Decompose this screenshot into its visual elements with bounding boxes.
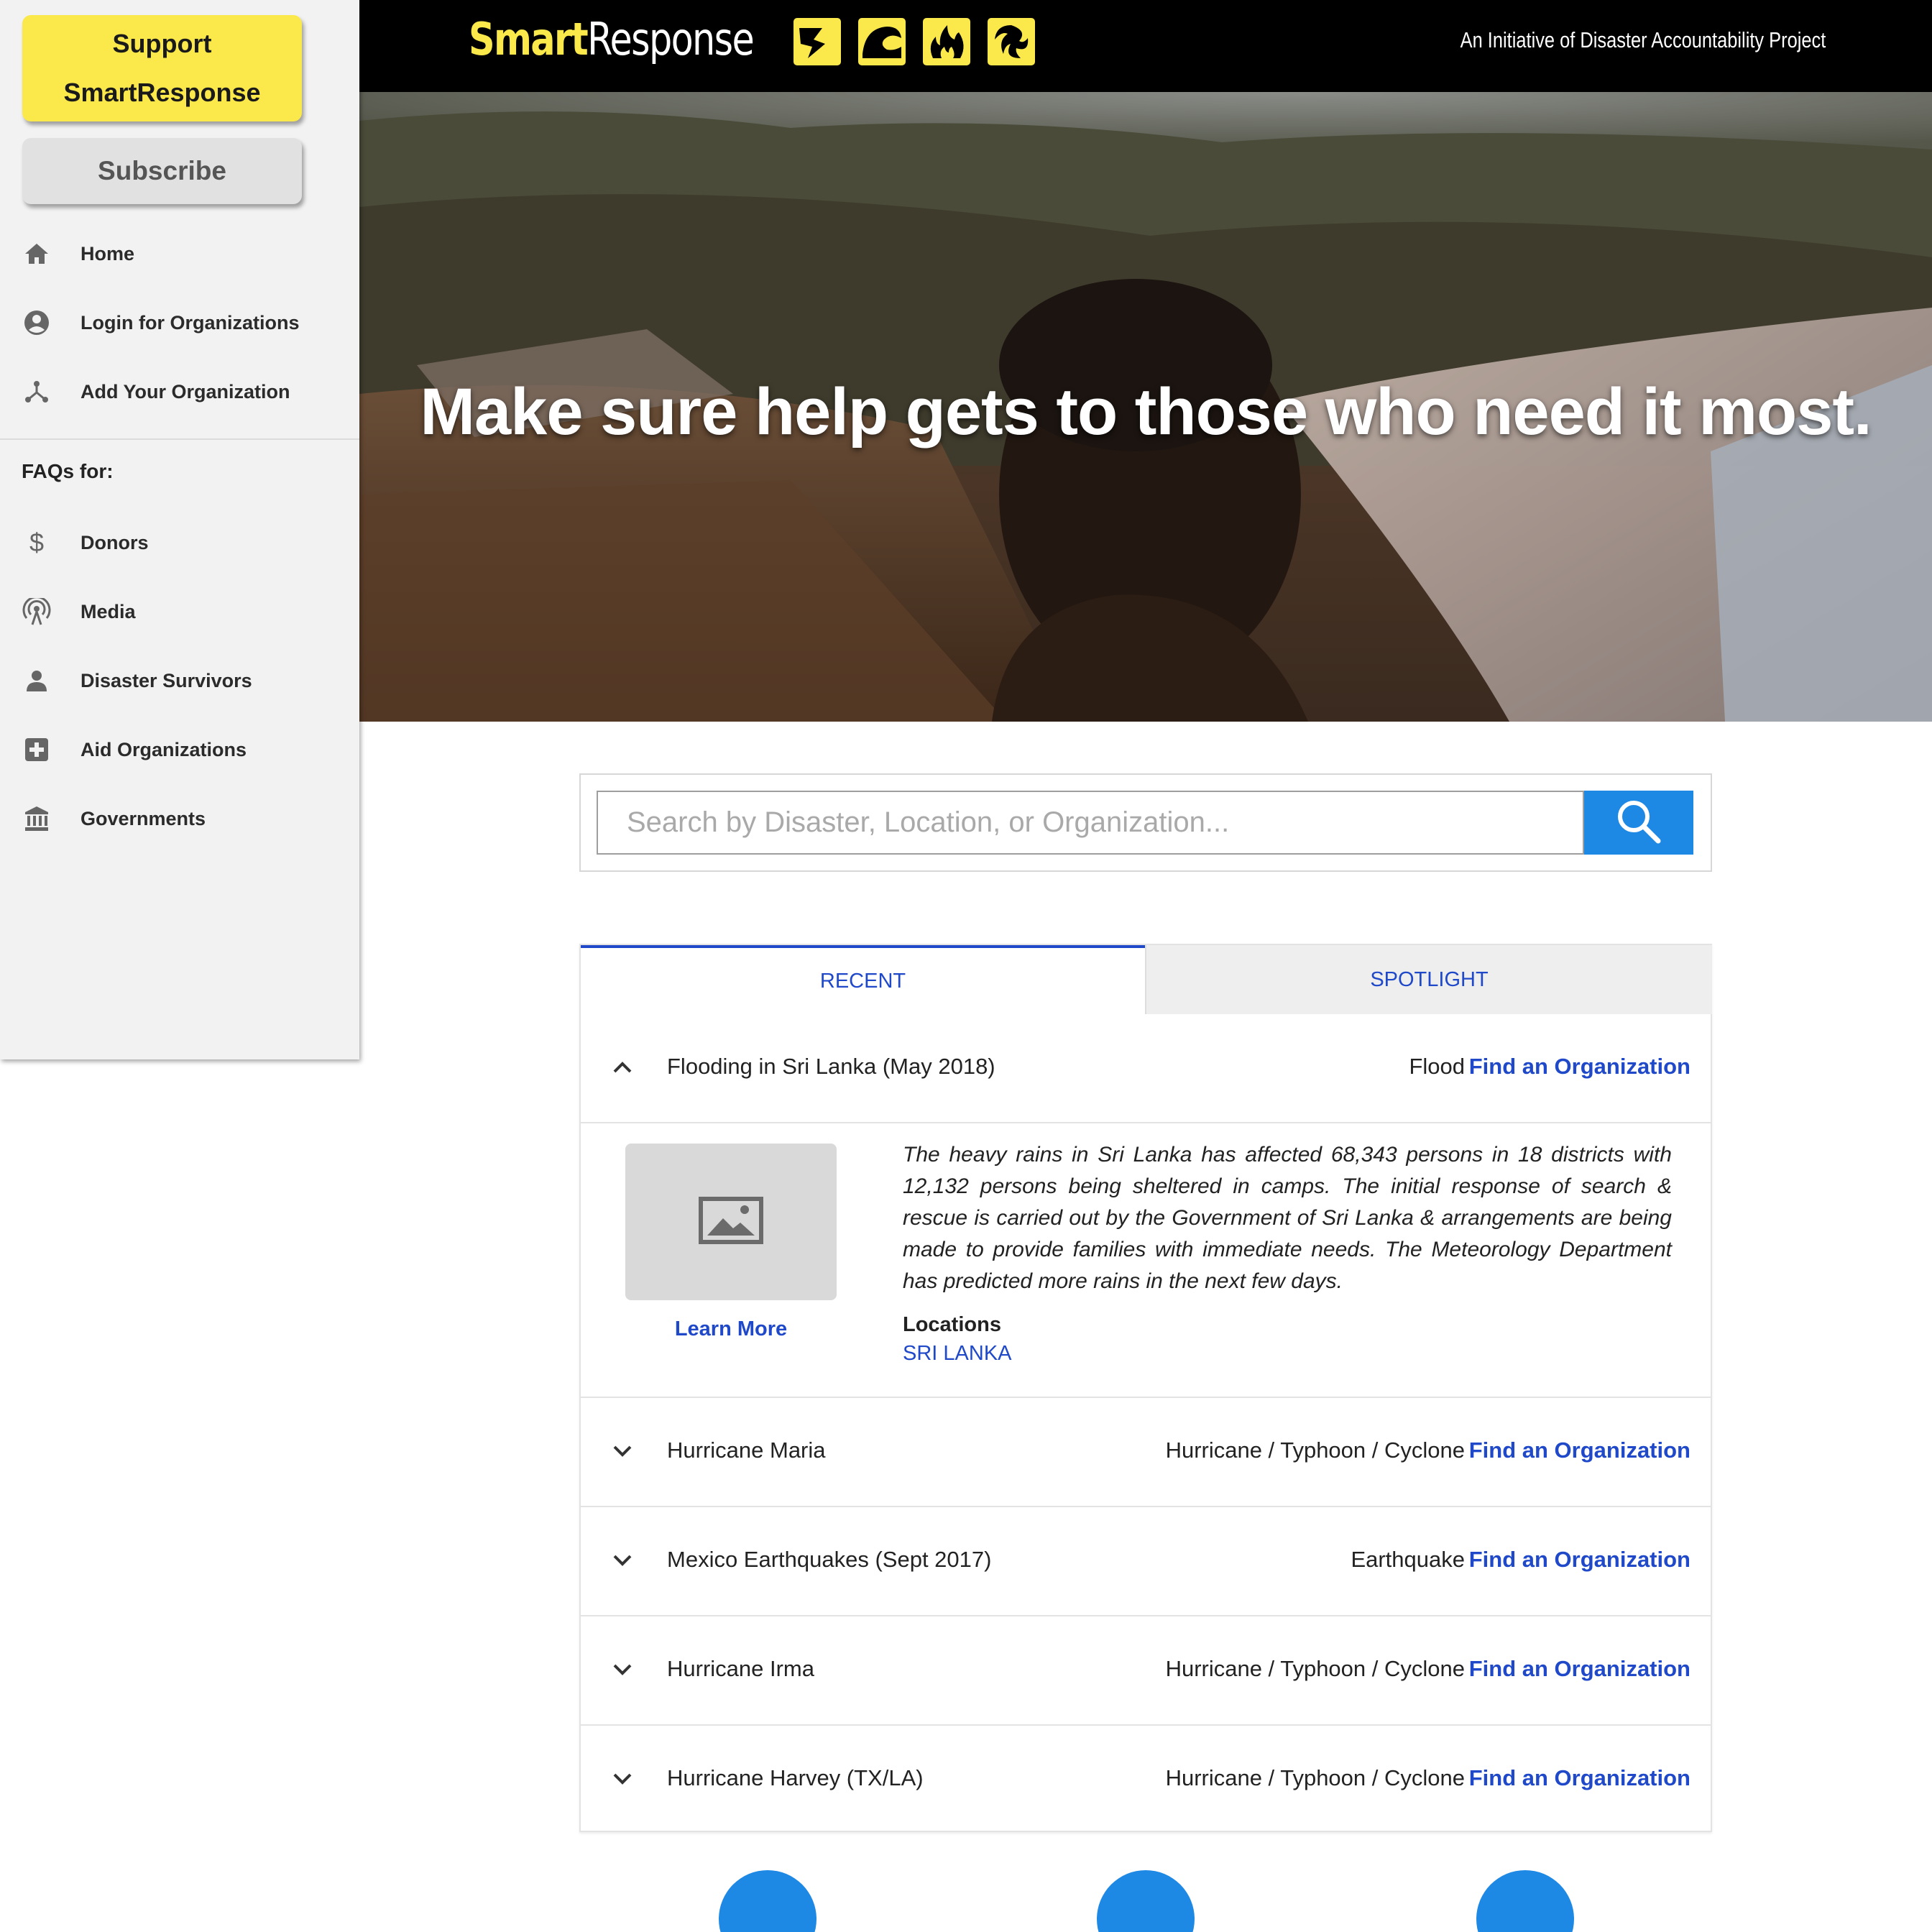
faq-aid-label: Aid Organizations: [80, 738, 247, 760]
medical-plus-icon: [22, 735, 52, 765]
disaster-row[interactable]: Hurricane Irma Hurricane / Typhoon / Cyc…: [581, 1615, 1711, 1723]
faq-heading: FAQs for:: [22, 460, 114, 482]
search-input[interactable]: [597, 791, 1584, 855]
sidebar: Support SmartResponse Subscribe Home Log…: [0, 0, 359, 1059]
earthquake-icon: [794, 18, 841, 65]
disaster-title: Flooding in Sri Lanka (May 2018): [667, 1054, 995, 1079]
disaster-row[interactable]: Hurricane Harvey (TX/LA) Hurricane / Typ…: [581, 1724, 1711, 1832]
chevron-down-icon[interactable]: [610, 1547, 635, 1573]
tab-spotlight[interactable]: SPOTLIGHT: [1145, 945, 1712, 1014]
faq-donors[interactable]: $ Donors: [0, 510, 359, 575]
location-link[interactable]: SRI LANKA: [903, 1342, 1012, 1366]
find-organization-link[interactable]: Find an Organization: [1469, 1765, 1690, 1791]
disaster-type: Hurricane / Typhoon / Cyclone: [1165, 1765, 1465, 1790]
chevron-down-icon[interactable]: [610, 1438, 635, 1464]
image-icon: [699, 1196, 763, 1248]
faq-donors-label: Donors: [80, 531, 149, 553]
logo-response-text: Response: [587, 13, 755, 65]
nav-login-organizations[interactable]: Login for Organizations: [0, 290, 359, 355]
hero-banner: Make sure help gets to those who need it…: [359, 92, 1932, 722]
hurricane-icon: [988, 18, 1035, 65]
disaster-title: Hurricane Irma: [667, 1656, 814, 1681]
broadcast-icon: [22, 597, 52, 627]
support-label-line2: SmartResponse: [63, 78, 261, 107]
faq-survivors-label: Disaster Survivors: [80, 669, 252, 691]
faq-disaster-survivors[interactable]: Disaster Survivors: [0, 648, 359, 713]
learn-more-link[interactable]: Learn More: [625, 1317, 837, 1341]
support-smartresponse-button[interactable]: Support SmartResponse: [22, 15, 302, 121]
person-icon: [22, 666, 52, 696]
support-label-line1: Support: [112, 29, 212, 58]
disaster-row[interactable]: Flooding in Sri Lanka (May 2018) Flood F…: [581, 1014, 1711, 1122]
hero-headline: Make sure help gets to those who need it…: [420, 375, 1872, 448]
find-organization-link[interactable]: Find an Organization: [1469, 1438, 1690, 1463]
disaster-title: Hurricane Harvey (TX/LA): [667, 1765, 924, 1790]
sidebar-divider: [0, 438, 359, 440]
fire-icon: [923, 18, 970, 65]
hierarchy-icon: [22, 377, 52, 407]
disaster-type: Hurricane / Typhoon / Cyclone: [1165, 1438, 1465, 1463]
tab-recent[interactable]: RECENT: [581, 945, 1145, 1014]
bank-icon: [22, 804, 52, 834]
feature-circle-icon[interactable]: [1097, 1870, 1195, 1932]
faq-aid-organizations[interactable]: Aid Organizations: [0, 717, 359, 782]
home-icon: [22, 239, 52, 269]
find-organization-link[interactable]: Find an Organization: [1469, 1547, 1690, 1573]
disaster-title: Hurricane Maria: [667, 1438, 826, 1463]
dollar-icon: $: [29, 528, 45, 557]
disaster-row[interactable]: Mexico Earthquakes (Sept 2017) Earthquak…: [581, 1506, 1711, 1614]
subscribe-button[interactable]: Subscribe: [22, 138, 302, 204]
feature-circle-icon[interactable]: [1476, 1870, 1574, 1932]
search-icon: [1615, 798, 1662, 847]
disaster-detail: Learn More The heavy rains in Sri Lanka …: [581, 1122, 1711, 1397]
search-button[interactable]: [1584, 791, 1693, 855]
faq-media[interactable]: Media: [0, 579, 359, 644]
chevron-down-icon[interactable]: [610, 1766, 635, 1792]
search-bar: [579, 773, 1712, 872]
chevron-down-icon[interactable]: [610, 1657, 635, 1683]
disaster-image-placeholder: [625, 1144, 837, 1300]
disasters-panel: RECENT SPOTLIGHT Flooding in Sri Lanka (…: [579, 944, 1712, 1832]
disaster-type: Flood: [1409, 1054, 1465, 1079]
disaster-type: Hurricane / Typhoon / Cyclone: [1165, 1656, 1465, 1681]
top-header: SmartResponse An Initiative of Disaster …: [359, 0, 1932, 92]
locations-heading: Locations: [903, 1313, 1001, 1336]
find-organization-link[interactable]: Find an Organization: [1469, 1656, 1690, 1682]
flood-wave-icon: [858, 18, 906, 65]
logo-smart-text: Smart: [469, 13, 589, 65]
chevron-up-icon[interactable]: [610, 1054, 635, 1080]
nav-home-label: Home: [80, 242, 135, 264]
feature-circle-icon[interactable]: [719, 1870, 816, 1932]
faq-media-label: Media: [80, 600, 136, 622]
nav-add-organization-label: Add Your Organization: [80, 380, 290, 402]
find-organization-link[interactable]: Find an Organization: [1469, 1054, 1690, 1080]
nav-add-organization[interactable]: Add Your Organization: [0, 359, 359, 424]
nav-login-label: Login for Organizations: [80, 311, 300, 334]
disaster-type: Earthquake: [1351, 1547, 1465, 1572]
disaster-title: Mexico Earthquakes (Sept 2017): [667, 1547, 992, 1572]
disaster-row[interactable]: Hurricane Maria Hurricane / Typhoon / Cy…: [581, 1397, 1711, 1504]
faq-governments[interactable]: Governments: [0, 786, 359, 851]
header-tagline[interactable]: An Initiative of Disaster Accountability…: [1460, 27, 1826, 53]
nav-home[interactable]: Home: [0, 221, 359, 286]
account-circle-icon: [22, 308, 52, 338]
smartresponse-logo[interactable]: SmartResponse: [469, 13, 755, 65]
disaster-description: The heavy rains in Sri Lanka has affecte…: [903, 1143, 1672, 1293]
faq-governments-label: Governments: [80, 807, 206, 829]
